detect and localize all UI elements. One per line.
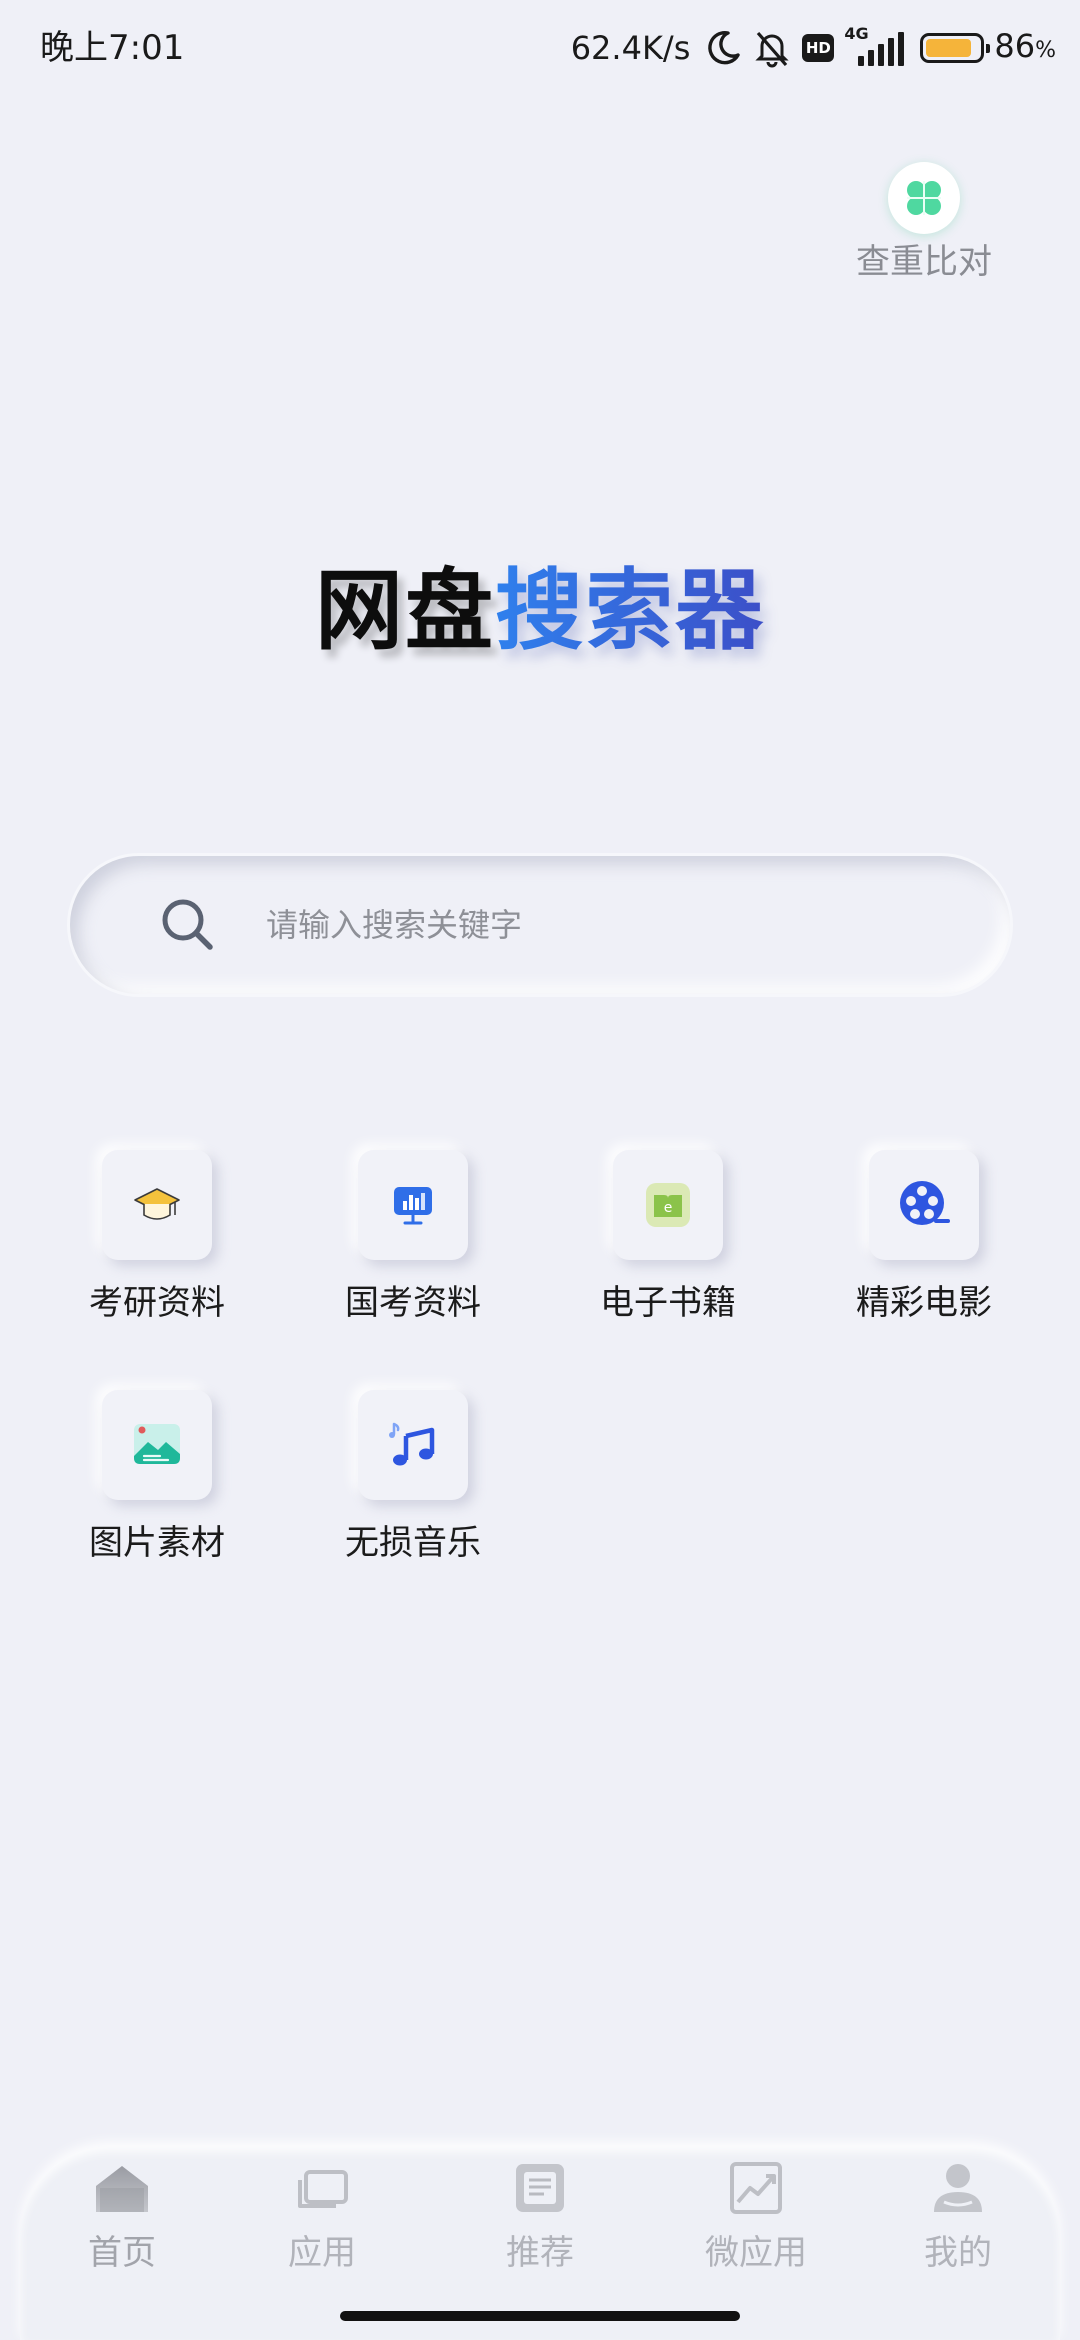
search-bar[interactable] — [70, 856, 1010, 994]
category-tile[interactable] — [358, 1150, 468, 1260]
category-music[interactable]: 无损音乐 — [313, 1390, 513, 1590]
category-tile[interactable]: e — [613, 1150, 723, 1260]
nav-recommend[interactable]: 推荐 — [460, 2156, 620, 2306]
home-indicator-bar[interactable] — [340, 2311, 740, 2321]
category-tile[interactable] — [869, 1150, 979, 1260]
category-label: 考研资料 — [89, 1283, 225, 1323]
category-label: 无损音乐 — [345, 1523, 481, 1563]
category-label: 电子书籍 — [600, 1283, 736, 1323]
recommend-icon — [516, 2164, 564, 2212]
title-part-black: 网盘 — [314, 559, 495, 662]
signal-icon: 4G — [844, 24, 910, 70]
category-label: 精彩电影 — [856, 1283, 992, 1323]
check-compare-button[interactable]: 查重比对 — [848, 162, 1000, 292]
status-icons: 62.4K/s HD 4G 86% — [571, 24, 1056, 72]
graduation-cap-icon — [134, 1188, 180, 1220]
nav-label: 应用 — [288, 2233, 356, 2273]
nav-apps[interactable]: 应用 — [242, 2156, 402, 2306]
profile-icon — [934, 2164, 982, 2212]
status-time: 晚上7:01 — [40, 28, 185, 68]
title-part-blue: 搜索器 — [495, 559, 766, 662]
category-tile[interactable] — [102, 1150, 212, 1260]
clover-icon — [888, 162, 960, 234]
presentation-board-icon — [394, 1187, 432, 1225]
check-compare-label: 查重比对 — [856, 242, 992, 282]
category-label: 图片素材 — [89, 1523, 225, 1563]
music-note-icon — [389, 1422, 435, 1466]
nav-home[interactable]: 首页 — [42, 2156, 202, 2306]
nav-label: 推荐 — [506, 2233, 574, 2273]
battery-icon — [920, 33, 991, 63]
nav-label: 首页 — [88, 2233, 156, 2273]
battery-percent: 86% — [994, 26, 1056, 65]
category-ebook[interactable]: e 电子书籍 — [568, 1150, 768, 1350]
home-icon — [96, 2166, 148, 2212]
nav-micro-app[interactable]: 微应用 — [676, 2156, 836, 2306]
search-input[interactable] — [266, 890, 946, 960]
category-movies[interactable]: 精彩电影 — [824, 1150, 1024, 1350]
mute-bell-icon — [755, 31, 789, 68]
apps-icon — [298, 2170, 348, 2208]
search-icon — [162, 899, 213, 950]
category-images[interactable]: 图片素材 — [57, 1390, 257, 1590]
network-speed: 62.4K/s — [570, 29, 691, 67]
page-title: 网盘搜索器 — [0, 556, 1080, 666]
category-label: 国考资料 — [345, 1283, 481, 1323]
category-kaoyan[interactable]: 考研资料 — [57, 1150, 257, 1350]
category-tile[interactable] — [102, 1390, 212, 1500]
battery-fill — [926, 39, 972, 57]
app-screen: 晚上7:01 62.4K/s HD 4G 86% 查重比对 网盘搜索器 请输入搜… — [0, 0, 1080, 2340]
category-guokao[interactable]: 国考资料 — [313, 1150, 513, 1350]
status-bar: 晚上7:01 62.4K/s HD 4G 86% — [0, 0, 1080, 96]
moon-icon — [708, 30, 741, 65]
nav-label: 我的 — [924, 2233, 992, 2273]
svg-text:e: e — [664, 1200, 673, 1216]
nav-label: 微应用 — [705, 2233, 807, 2273]
image-icon — [134, 1424, 180, 1464]
ebook-icon: e — [646, 1183, 690, 1227]
nav-profile[interactable]: 我的 — [878, 2156, 1038, 2306]
category-tile[interactable] — [358, 1390, 468, 1500]
micro-app-icon — [730, 2162, 782, 2214]
film-reel-icon — [900, 1181, 950, 1225]
hd-badge: HD — [802, 34, 835, 62]
